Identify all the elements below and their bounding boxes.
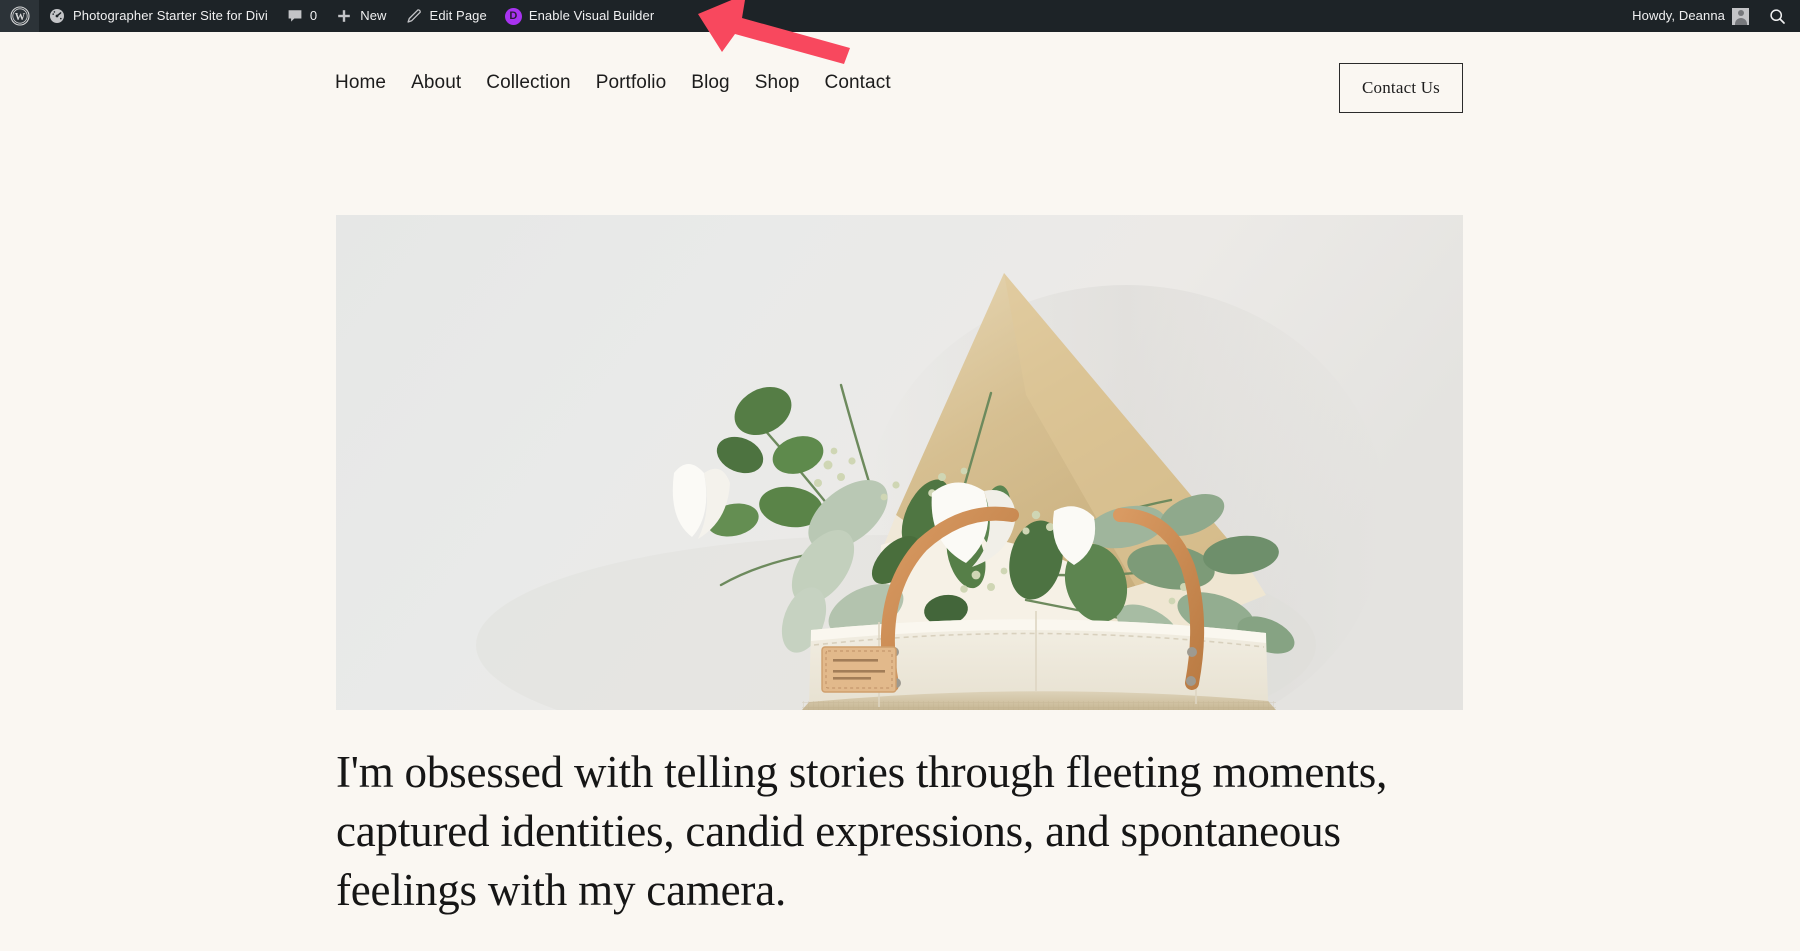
- nav-item-shop[interactable]: Shop: [755, 72, 800, 94]
- my-account-menu[interactable]: Howdy, Deanna: [1623, 0, 1758, 32]
- plus-icon: [335, 7, 353, 25]
- svg-text:W: W: [15, 12, 26, 23]
- wordpress-logo-button[interactable]: W: [0, 0, 39, 32]
- edit-page-button[interactable]: Edit Page: [396, 0, 496, 32]
- search-icon: [1768, 7, 1786, 25]
- primary-navigation: Home About Collection Portfolio Blog Sho…: [335, 72, 891, 94]
- avatar-icon: [1732, 7, 1749, 25]
- pencil-icon: [405, 7, 423, 25]
- admin-bar-right-group: Howdy, Deanna: [1623, 0, 1800, 32]
- comments-count: 0: [309, 8, 318, 23]
- hero-headline: I'm obsessed with telling stories throug…: [336, 747, 1388, 915]
- edit-page-label: Edit Page: [429, 8, 487, 23]
- new-content-menu[interactable]: New: [326, 0, 395, 32]
- wp-admin-bar: W Photographer Starter Site for Divi 0 N…: [0, 0, 1800, 32]
- account-greeting: Howdy, Deanna: [1632, 8, 1725, 23]
- dashboard-speedometer-icon: [48, 7, 66, 25]
- nav-item-home[interactable]: Home: [335, 72, 386, 94]
- enable-visual-builder-button[interactable]: D Enable Visual Builder: [496, 0, 663, 32]
- comments-menu[interactable]: 0: [277, 0, 326, 32]
- admin-bar-search-button[interactable]: [1758, 0, 1800, 32]
- site-name-label: Photographer Starter Site for Divi: [73, 8, 268, 23]
- nav-item-about[interactable]: About: [411, 72, 461, 94]
- site-header: Home About Collection Portfolio Blog Sho…: [0, 32, 1800, 134]
- admin-bar-left-group: W Photographer Starter Site for Divi 0 N…: [0, 0, 663, 32]
- divi-logo-icon: D: [504, 7, 522, 25]
- nav-item-contact[interactable]: Contact: [825, 72, 891, 94]
- enable-visual-builder-label: Enable Visual Builder: [528, 8, 655, 23]
- nav-item-portfolio[interactable]: Portfolio: [596, 72, 667, 94]
- wordpress-logo-icon: W: [10, 6, 30, 26]
- new-content-label: New: [360, 8, 387, 23]
- hero-image: [336, 215, 1463, 710]
- contact-us-button[interactable]: Contact Us: [1339, 63, 1463, 113]
- nav-item-blog[interactable]: Blog: [691, 72, 729, 94]
- site-name-menu[interactable]: Photographer Starter Site for Divi: [39, 0, 277, 32]
- hero-section: I'm obsessed with telling stories throug…: [336, 215, 1463, 920]
- comment-bubble-icon: [286, 7, 304, 25]
- nav-item-collection[interactable]: Collection: [486, 72, 570, 94]
